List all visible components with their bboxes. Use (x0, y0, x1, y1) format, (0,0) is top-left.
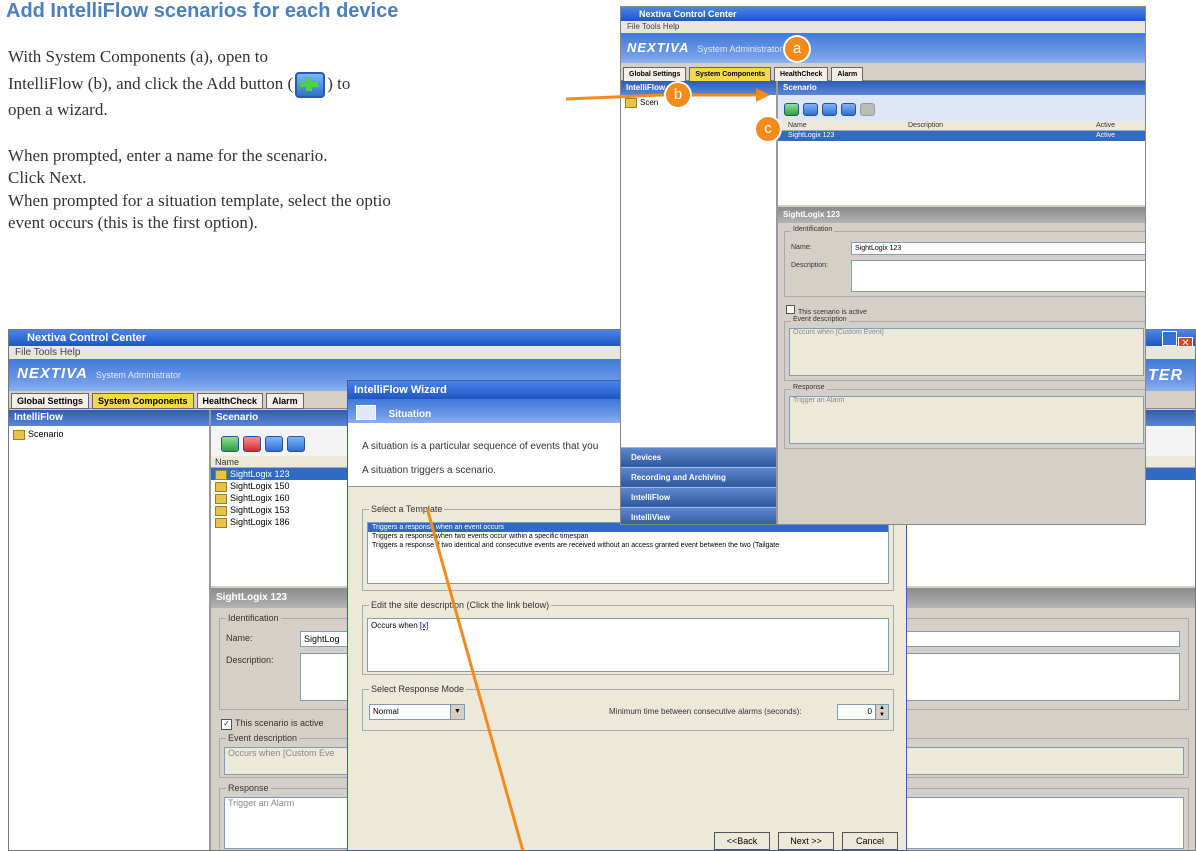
callout-c: c (756, 117, 780, 141)
callout-a: a (785, 37, 809, 61)
annotation-arrows (425, 88, 770, 851)
link-pointer-arrow (425, 507, 525, 851)
add-button-arrow (565, 93, 663, 101)
callout-b: b (666, 83, 690, 107)
arrowhead-icon (756, 88, 770, 102)
